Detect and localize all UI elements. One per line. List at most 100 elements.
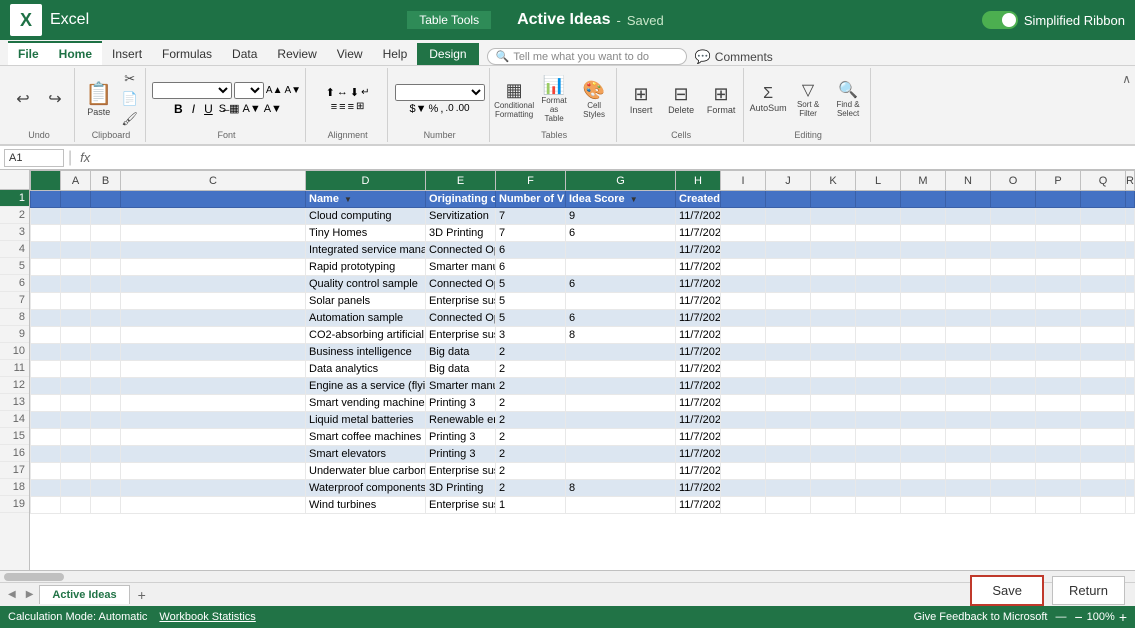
cell-4-col0[interactable] — [31, 242, 61, 259]
row-num-9[interactable]: 9 — [0, 326, 29, 343]
cell-12-col1[interactable] — [61, 378, 91, 395]
cell-18-col1[interactable] — [61, 480, 91, 497]
cell-18-col7[interactable]: 8 — [566, 480, 676, 497]
cell-15-col4[interactable]: Smart coffee machines — [306, 429, 426, 446]
cell-2-col3[interactable] — [121, 208, 306, 225]
cell-19-col10[interactable] — [766, 497, 811, 514]
cell-11-col11[interactable] — [811, 361, 856, 378]
merge-button[interactable]: ⊞ — [356, 101, 364, 113]
cell-12-col10[interactable] — [766, 378, 811, 395]
cell-19-col2[interactable] — [91, 497, 121, 514]
tab-view[interactable]: View — [327, 43, 373, 65]
cell-5-col14[interactable] — [946, 259, 991, 276]
sheet-nav-next[interactable]: ▶ — [22, 587, 38, 602]
cell-16-col17[interactable] — [1081, 446, 1126, 463]
font-grow-button[interactable]: A▲ — [266, 85, 283, 96]
filter-arrow-G[interactable]: ▼ — [630, 195, 638, 204]
cell-12-col17[interactable] — [1081, 378, 1126, 395]
cell-10-col5[interactable]: Big data — [426, 344, 496, 361]
cell-13-col14[interactable] — [946, 395, 991, 412]
col-header-R[interactable]: R — [1126, 171, 1135, 191]
cell-15-col6[interactable]: 2 — [496, 429, 566, 446]
undo-button[interactable]: ↩ — [8, 84, 38, 114]
cell-5-col8[interactable]: 11/7/2020 23:30 — [676, 259, 721, 276]
cell-10-col14[interactable] — [946, 344, 991, 361]
cell-1-row[interactable] — [31, 191, 61, 208]
cell-1-H[interactable]: Created On ▼ — [676, 191, 721, 208]
cell-1-N[interactable] — [946, 191, 991, 208]
cell-8-col8[interactable]: 11/7/2020 23:30 — [676, 310, 721, 327]
font-shrink-button[interactable]: A▼ — [285, 85, 302, 96]
col-header-E[interactable]: E — [426, 171, 496, 191]
cell-17-col13[interactable] — [901, 463, 946, 480]
cell-16-col0[interactable] — [31, 446, 61, 463]
format-as-table-button[interactable]: 📊 Format as Table — [536, 73, 572, 125]
cell-7-col15[interactable] — [991, 293, 1036, 310]
cell-6-col7[interactable]: 6 — [566, 276, 676, 293]
cell-9-col8[interactable]: 11/7/2020 23:30 — [676, 327, 721, 344]
cell-18-col9[interactable] — [721, 480, 766, 497]
cell-3-col12[interactable] — [856, 225, 901, 242]
cell-12-col5[interactable]: Smarter manufa — [426, 378, 496, 395]
align-middle-button[interactable]: ↔ — [337, 86, 348, 99]
cell-8-col4[interactable]: Automation sample — [306, 310, 426, 327]
cell-9-col3[interactable] — [121, 327, 306, 344]
cell-13-col12[interactable] — [856, 395, 901, 412]
cell-4-col4[interactable]: Integrated service management — [306, 242, 426, 259]
cell-12-col9[interactable] — [721, 378, 766, 395]
zoom-out-button[interactable]: − — [1074, 609, 1082, 625]
cell-18-col5[interactable]: 3D Printing — [426, 480, 496, 497]
cell-15-col8[interactable]: 11/7/2020 23:30 — [676, 429, 721, 446]
cell-9-col1[interactable] — [61, 327, 91, 344]
cell-8-col16[interactable] — [1036, 310, 1081, 327]
cell-1-E[interactable]: Originating cl... ▼ — [426, 191, 496, 208]
cell-17-col9[interactable] — [721, 463, 766, 480]
cell-18-col0[interactable] — [31, 480, 61, 497]
tab-data[interactable]: Data — [222, 43, 267, 65]
workbook-stats-link[interactable]: Workbook Statistics — [159, 611, 255, 623]
cell-1-C[interactable] — [121, 191, 306, 208]
cell-9-col13[interactable] — [901, 327, 946, 344]
align-right-button[interactable]: ≡ — [348, 101, 354, 113]
cell-11-col13[interactable] — [901, 361, 946, 378]
cell-8-col10[interactable] — [766, 310, 811, 327]
cell-13-col13[interactable] — [901, 395, 946, 412]
col-header-M[interactable]: M — [901, 171, 946, 191]
cell-1-J[interactable] — [766, 191, 811, 208]
cell-6-col8[interactable]: 11/7/2020 23:30 — [676, 276, 721, 293]
cell-7-col1[interactable] — [61, 293, 91, 310]
cell-11-col3[interactable] — [121, 361, 306, 378]
cell-7-col16[interactable] — [1036, 293, 1081, 310]
cell-19-col14[interactable] — [946, 497, 991, 514]
cell-18-col8[interactable]: 11/7/2020 23:30 — [676, 480, 721, 497]
cell-9-col11[interactable] — [811, 327, 856, 344]
cell-5-col18[interactable] — [1126, 259, 1135, 276]
cell-2-col12[interactable] — [856, 208, 901, 225]
col-header-H[interactable]: H — [676, 171, 721, 191]
cell-7-col13[interactable] — [901, 293, 946, 310]
cell-6-col0[interactable] — [31, 276, 61, 293]
cell-14-col8[interactable]: 11/7/2020 23:30 — [676, 412, 721, 429]
cell-17-col14[interactable] — [946, 463, 991, 480]
cell-3-col6[interactable]: 7 — [496, 225, 566, 242]
cell-15-col2[interactable] — [91, 429, 121, 446]
cell-19-col15[interactable] — [991, 497, 1036, 514]
cell-19-col1[interactable] — [61, 497, 91, 514]
cell-17-col18[interactable] — [1126, 463, 1135, 480]
cell-5-col0[interactable] — [31, 259, 61, 276]
cell-12-col13[interactable] — [901, 378, 946, 395]
cell-17-col4[interactable]: Underwater blue carbon markets — [306, 463, 426, 480]
cell-12-col11[interactable] — [811, 378, 856, 395]
cell-14-col14[interactable] — [946, 412, 991, 429]
cell-14-col0[interactable] — [31, 412, 61, 429]
cell-1-A[interactable] — [61, 191, 91, 208]
cell-10-col12[interactable] — [856, 344, 901, 361]
cell-13-col0[interactable] — [31, 395, 61, 412]
underline-button[interactable]: U — [201, 101, 216, 117]
cell-16-col3[interactable] — [121, 446, 306, 463]
cell-19-col4[interactable]: Wind turbines — [306, 497, 426, 514]
cell-15-col13[interactable] — [901, 429, 946, 446]
cell-5-col13[interactable] — [901, 259, 946, 276]
cell-18-col4[interactable]: Waterproof components — [306, 480, 426, 497]
cell-16-col10[interactable] — [766, 446, 811, 463]
